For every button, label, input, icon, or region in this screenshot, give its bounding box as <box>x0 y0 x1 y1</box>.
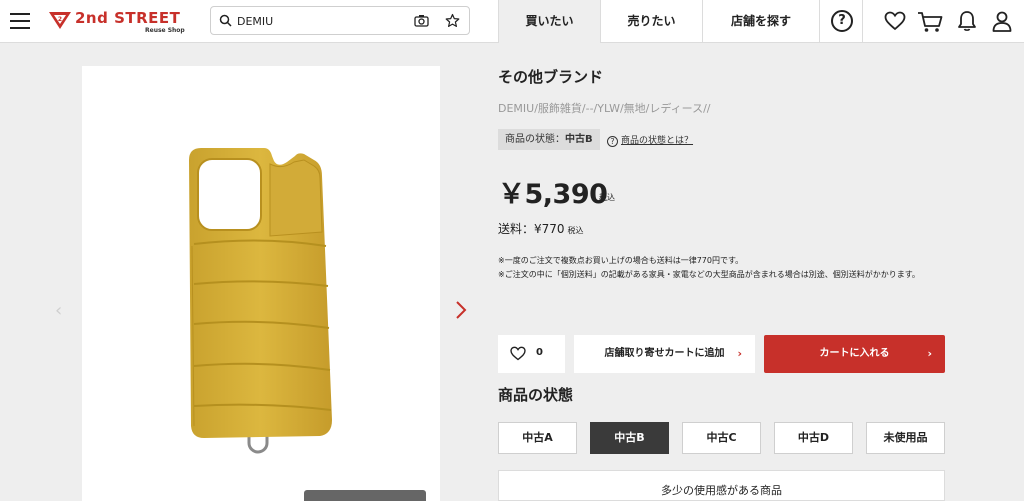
shipping-note-1: ※一度のご注文で複数点お買い上げの場合も送料は一律770円です。 <box>498 256 744 265</box>
camera-icon[interactable] <box>414 14 429 27</box>
condition-badge-value: 中古B <box>565 134 593 145</box>
grade-d-tab[interactable]: 中古D <box>774 422 853 454</box>
help-icon: ? <box>831 10 853 32</box>
condition-help-text: 商品の状態とは？ <box>621 136 694 146</box>
favorite-count: 0 <box>536 347 543 358</box>
shipping-tax-label: 税込 <box>567 226 584 235</box>
product-image[interactable] <box>82 66 440 501</box>
condition-section-title: 商品の状態 <box>498 386 574 404</box>
shipping-note-2: ※ご注文の中に「個別送料」の記載がある家具・家電などの大型商品が含まれる場合は別… <box>498 270 920 279</box>
cart-icon[interactable] <box>917 11 943 33</box>
store-order-label: 店舗取り寄せカートに追加 <box>604 348 725 359</box>
store-order-button[interactable]: 店舗取り寄せカートに追加 › <box>574 335 755 373</box>
grade-a-tab[interactable]: 中古A <box>498 422 577 454</box>
product-attributes: DEMIU/服飾雑貨/--/YLW/無地/レディース// <box>498 102 711 115</box>
product-brand: その他ブランド <box>498 68 604 86</box>
logo-subtext: Reuse Shop <box>145 27 185 34</box>
help-button[interactable]: ? <box>819 0 863 43</box>
search-input[interactable] <box>237 11 407 31</box>
condition-help-link[interactable]: ? 商品の状態とは？ <box>607 133 693 147</box>
favorite-search-star-icon[interactable] <box>445 13 460 28</box>
user-icon[interactable] <box>991 10 1013 32</box>
product-price: ￥5,390 <box>498 179 608 210</box>
heart-outline-icon <box>510 346 526 361</box>
menu-icon[interactable] <box>10 13 30 30</box>
tab-find-store[interactable]: 店舗を探す <box>702 0 819 43</box>
heart-icon[interactable] <box>884 11 906 31</box>
prev-image-arrow-icon[interactable]: ‹ <box>55 300 62 321</box>
chevron-right-icon: › <box>737 347 742 360</box>
condition-badge-label: 商品の状態： <box>505 134 565 145</box>
chevron-right-icon: › <box>927 347 932 360</box>
tab-buy[interactable]: 買いたい <box>498 0 600 43</box>
price-tax-label: 税込 <box>599 193 615 202</box>
grade-unused-tab[interactable]: 未使用品 <box>866 422 945 454</box>
logo-mark-icon: 2 <box>49 12 71 29</box>
favorite-button[interactable]: 0 <box>498 335 565 373</box>
add-to-cart-button[interactable]: カートに入れる › <box>764 335 945 373</box>
image-thumbnail-bar[interactable] <box>304 490 426 501</box>
shipping-fee-value: 送料：¥770 <box>498 222 565 236</box>
condition-description: 多少の使用感がある商品 <box>498 470 945 501</box>
bell-icon[interactable] <box>957 10 977 32</box>
add-to-cart-label: カートに入れる <box>819 348 890 359</box>
grade-b-tab[interactable]: 中古B <box>590 422 669 454</box>
shipping-fee: 送料：¥770 税込 <box>498 220 584 237</box>
logo-text: 2nd STREET <box>75 9 181 27</box>
site-header: 2 2nd STREET Reuse Shop 買いたい 売りたい 店舗を探す … <box>0 0 1024 43</box>
grade-c-tab[interactable]: 中古C <box>682 422 761 454</box>
product-image-panel <box>82 66 440 501</box>
tab-sell[interactable]: 売りたい <box>600 0 702 43</box>
next-image-arrow-icon[interactable] <box>455 301 467 319</box>
site-logo[interactable]: 2 2nd STREET Reuse Shop <box>48 8 188 36</box>
search-box <box>210 6 470 35</box>
question-icon: ? <box>607 136 618 147</box>
condition-badge: 商品の状態：中古B <box>498 129 600 150</box>
search-icon[interactable] <box>219 14 232 27</box>
svg-text:2: 2 <box>58 16 62 23</box>
